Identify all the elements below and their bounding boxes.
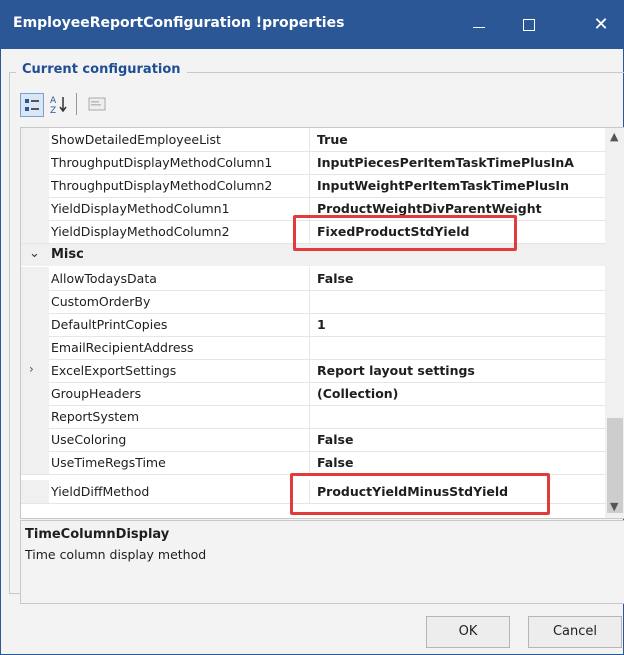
property-name: DefaultPrintCopies	[51, 317, 168, 332]
property-value[interactable]: InputWeightPerItemTaskTimePlusIn	[317, 178, 605, 193]
highlight-box	[293, 215, 517, 251]
property-value[interactable]: False	[317, 432, 605, 447]
help-panel: TimeColumnDisplay Time column display me…	[20, 520, 624, 604]
maximize-button[interactable]	[507, 1, 551, 49]
title-bar[interactable]: EmployeeReportConfiguration !properties …	[1, 1, 623, 49]
vertical-scrollbar[interactable]: ▲ ▼	[605, 128, 624, 518]
property-row[interactable]: UseColoring False	[21, 428, 605, 452]
close-icon: ✕	[593, 14, 609, 35]
property-value[interactable]: InputPiecesPerItemTaskTimePlusInA	[317, 155, 605, 170]
cancel-button[interactable]: Cancel	[528, 616, 622, 648]
chevron-right-icon[interactable]: ›	[29, 362, 34, 376]
property-row[interactable]: ReportSystem	[21, 405, 605, 429]
property-name: GroupHeaders	[51, 386, 142, 401]
sort-alphabetical-button[interactable]: A Z	[48, 93, 70, 116]
ok-button[interactable]: OK	[426, 616, 510, 648]
property-pages-button[interactable]	[86, 93, 108, 115]
category-label: Misc	[51, 247, 84, 262]
property-value[interactable]: ProductWeightDivParentWeight	[317, 201, 605, 216]
property-name: EmailRecipientAddress	[51, 340, 194, 355]
property-row[interactable]: UseTimeRegsTime False	[21, 451, 605, 475]
svg-text:Z: Z	[50, 106, 56, 115]
property-name: CustomOrderBy	[51, 294, 151, 309]
property-name: ReportSystem	[51, 409, 140, 424]
property-name: AllowTodaysData	[51, 271, 157, 286]
sort-alphabetical-icon: A Z	[50, 96, 67, 116]
property-row[interactable]: DefaultPrintCopies 1	[21, 313, 605, 337]
property-row[interactable]: AllowTodaysData False	[21, 267, 605, 291]
minimize-button[interactable]	[457, 1, 501, 49]
property-row[interactable]: EmailRecipientAddress	[21, 336, 605, 360]
categorized-view-icon	[25, 99, 39, 111]
help-title: TimeColumnDisplay	[25, 527, 170, 542]
chevron-down-icon[interactable]: ▼	[610, 500, 618, 513]
property-value[interactable]: True	[317, 132, 605, 147]
property-name: YieldDisplayMethodColumn1	[51, 201, 230, 216]
property-row[interactable]: › ExcelExportSettings Report layout sett…	[21, 359, 605, 383]
property-name: ExcelExportSettings	[51, 363, 177, 378]
property-grid-toolbar: A Z	[20, 90, 620, 120]
close-button[interactable]: ✕	[579, 1, 623, 49]
property-name: ShowDetailedEmployeeList	[51, 132, 221, 147]
help-description: Time column display method	[25, 547, 207, 562]
toolbar-divider	[76, 93, 77, 115]
property-row[interactable]: CustomOrderBy	[21, 290, 605, 314]
scrollbar-thumb[interactable]	[607, 418, 623, 513]
property-value[interactable]: 1	[317, 317, 605, 332]
property-grid[interactable]: ShowDetailedEmployeeList True Throughput…	[20, 127, 624, 519]
chevron-down-icon[interactable]: ⌄	[29, 246, 40, 261]
svg-text:A: A	[50, 96, 57, 106]
property-name: UseTimeRegsTime	[51, 455, 166, 470]
highlight-box	[290, 473, 550, 515]
property-name: UseColoring	[51, 432, 127, 447]
property-name: ThroughputDisplayMethodColumn1	[51, 155, 273, 170]
property-name: YieldDiffMethod	[51, 484, 150, 499]
property-value[interactable]: (Collection)	[317, 386, 605, 401]
property-value[interactable]: False	[317, 455, 605, 470]
property-row[interactable]: ShowDetailedEmployeeList True	[21, 128, 605, 152]
property-name: ThroughputDisplayMethodColumn2	[51, 178, 273, 193]
property-row[interactable]: GroupHeaders (Collection)	[21, 382, 605, 406]
maximize-icon	[523, 19, 535, 31]
window-title: EmployeeReportConfiguration !properties	[13, 15, 345, 31]
property-pages-icon	[88, 97, 106, 111]
property-value[interactable]: False	[317, 271, 605, 286]
categorized-view-button[interactable]	[20, 93, 44, 117]
minimize-icon	[473, 27, 485, 28]
chevron-up-icon[interactable]: ▲	[610, 130, 618, 143]
property-row[interactable]: ThroughputDisplayMethodColumn1 InputPiec…	[21, 151, 605, 175]
property-row[interactable]: ThroughputDisplayMethodColumn2 InputWeig…	[21, 174, 605, 198]
group-legend: Current configuration	[16, 62, 187, 77]
property-name: YieldDisplayMethodColumn2	[51, 224, 230, 239]
property-value[interactable]: Report layout settings	[317, 363, 605, 378]
